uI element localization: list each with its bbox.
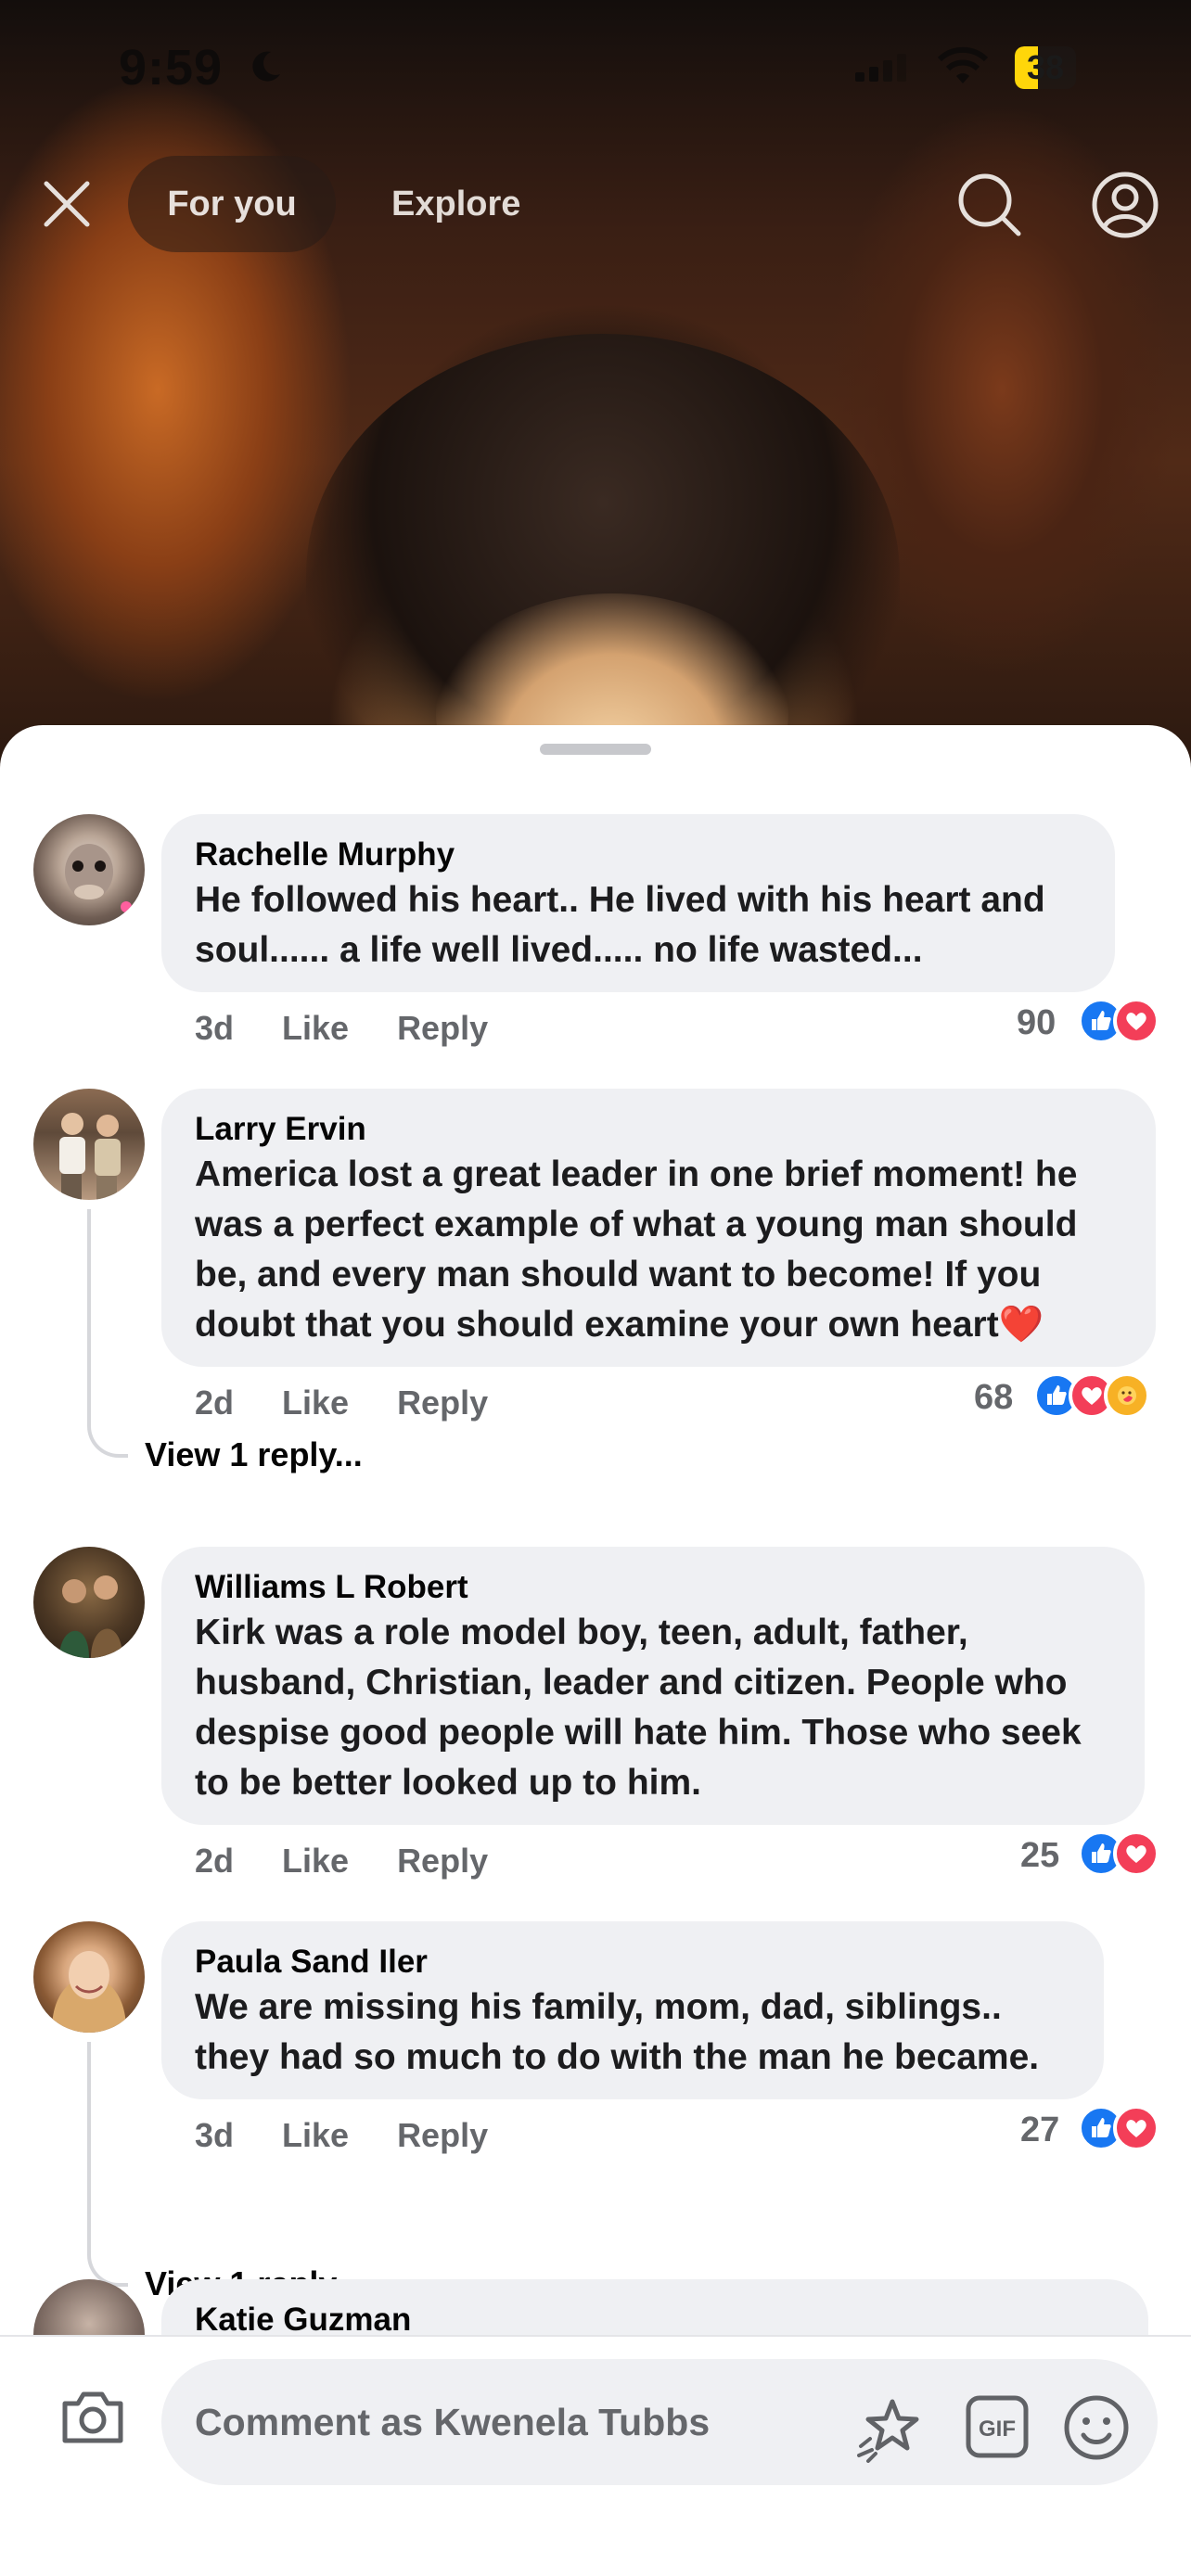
comment-composer: Comment as Kwenela Tubbs GIF	[0, 2335, 1191, 2576]
like-button[interactable]: Like	[282, 2116, 349, 2154]
comment-input-placeholder: Comment as Kwenela Tubbs	[195, 2401, 711, 2443]
status-bar: 9:59 38	[0, 0, 1191, 139]
comment-bubble[interactable]: Rachelle Murphy He followed his heart.. …	[161, 814, 1115, 992]
reply-button[interactable]: Reply	[397, 1009, 488, 1047]
profile-button[interactable]	[1091, 171, 1159, 239]
love-reaction-icon	[1113, 998, 1159, 1044]
love-reaction-icon	[1113, 2105, 1159, 2151]
comment-actions: 3d Like Reply	[195, 1009, 536, 1048]
svg-text:GIF: GIF	[979, 2417, 1016, 2442]
search-button[interactable]	[955, 171, 1024, 239]
battery-percentage: 38	[1026, 48, 1065, 86]
reply-thread-line	[87, 2042, 128, 2287]
reaction-count: 68	[974, 1378, 1014, 1417]
reaction-count: 90	[1017, 1003, 1057, 1042]
comment-author[interactable]: Rachelle Murphy	[195, 835, 1082, 875]
avatar[interactable]	[33, 1089, 145, 1200]
comment-text: We are missing his family, mom, dad, sib…	[195, 1987, 1040, 2077]
comment-text: Kirk was a role model boy, teen, adult, …	[195, 1613, 1082, 1803]
camera-icon	[62, 2391, 123, 2443]
moon-icon	[252, 51, 280, 82]
gif-button[interactable]: GIF	[965, 2394, 1030, 2459]
comment-author[interactable]: Larry Ervin	[195, 1109, 1122, 1150]
sheet-drag-handle[interactable]	[540, 744, 651, 755]
comment-actions: 2d Like Reply	[195, 1384, 536, 1422]
gif-icon: GIF	[966, 2395, 1029, 2458]
comment-bubble[interactable]: Larry Ervin America lost a great leader …	[161, 1089, 1156, 1367]
woman-avatar-image	[51, 1951, 127, 2033]
avatar[interactable]	[33, 1921, 145, 2033]
profile-icon	[1092, 172, 1159, 238]
comment-author[interactable]: Paula Sand Iler	[195, 1942, 1070, 1983]
comment-bubble[interactable]: Paula Sand Iler We are missing his famil…	[161, 1921, 1104, 2099]
close-button[interactable]	[35, 172, 98, 236]
reaction-count: 27	[1020, 2111, 1060, 2149]
tab-for-you[interactable]: For you	[128, 156, 336, 252]
reply-button[interactable]: Reply	[397, 2116, 488, 2154]
reaction-summary[interactable]: 68	[974, 1372, 1178, 1424]
comment-age: 3d	[195, 2116, 235, 2154]
cellular-signal-icon	[855, 54, 906, 82]
close-icon	[44, 181, 90, 227]
comment-author[interactable]: Williams L Robert	[195, 1567, 1111, 1608]
like-button[interactable]: Like	[282, 1842, 349, 1880]
ostrich-avatar-image	[65, 844, 132, 912]
comment-age: 2d	[195, 1384, 235, 1422]
search-icon	[958, 173, 1021, 236]
reaction-count: 25	[1020, 1836, 1060, 1875]
emoji-smiley-icon	[1064, 2395, 1129, 2460]
avatar[interactable]	[33, 1547, 145, 1658]
comment-age: 2d	[195, 1842, 235, 1880]
comment-input[interactable]: Comment as Kwenela Tubbs GIF	[161, 2359, 1158, 2485]
emoji-button[interactable]	[1061, 2392, 1132, 2463]
comment-actions: 3d Like Reply	[195, 2116, 536, 2155]
status-time: 9:59	[119, 40, 224, 96]
love-reaction-icon	[1113, 1830, 1159, 1877]
reply-button[interactable]: Reply	[397, 1384, 488, 1422]
battery-indicator: 38	[1015, 46, 1076, 89]
couple-avatar-image	[59, 1575, 122, 1658]
reaction-summary[interactable]: 25	[1020, 1830, 1178, 1882]
comment-age: 3d	[195, 1009, 235, 1047]
care-reaction-icon	[1104, 1372, 1150, 1419]
avatar[interactable]	[33, 814, 145, 925]
reaction-summary[interactable]: 27	[1020, 2105, 1178, 2157]
comment-text: He followed his heart.. He lived with hi…	[195, 880, 1045, 970]
tab-explore[interactable]: Explore	[391, 156, 520, 252]
comments-sheet: Rachelle Murphy He followed his heart.. …	[0, 725, 1191, 2576]
comment-text: America lost a great leader in one brief…	[195, 1154, 1078, 1345]
view-replies-link[interactable]: View 1 reply...	[145, 1435, 363, 1474]
comment-actions: 2d Like Reply	[195, 1842, 536, 1881]
reaction-summary[interactable]: 90	[1017, 998, 1174, 1050]
like-button[interactable]: Like	[282, 1009, 349, 1047]
sticker-button[interactable]	[855, 2394, 924, 2463]
comment-bubble[interactable]: Williams L Robert Kirk was a role model …	[161, 1547, 1145, 1825]
reply-button[interactable]: Reply	[397, 1842, 488, 1880]
camera-button[interactable]	[58, 2381, 128, 2452]
sticker-star-icon	[857, 2399, 919, 2463]
like-button[interactable]: Like	[282, 1384, 349, 1422]
wifi-icon	[937, 46, 989, 83]
two-men-avatar-image	[59, 1113, 121, 1200]
reply-thread-line	[87, 1209, 128, 1458]
